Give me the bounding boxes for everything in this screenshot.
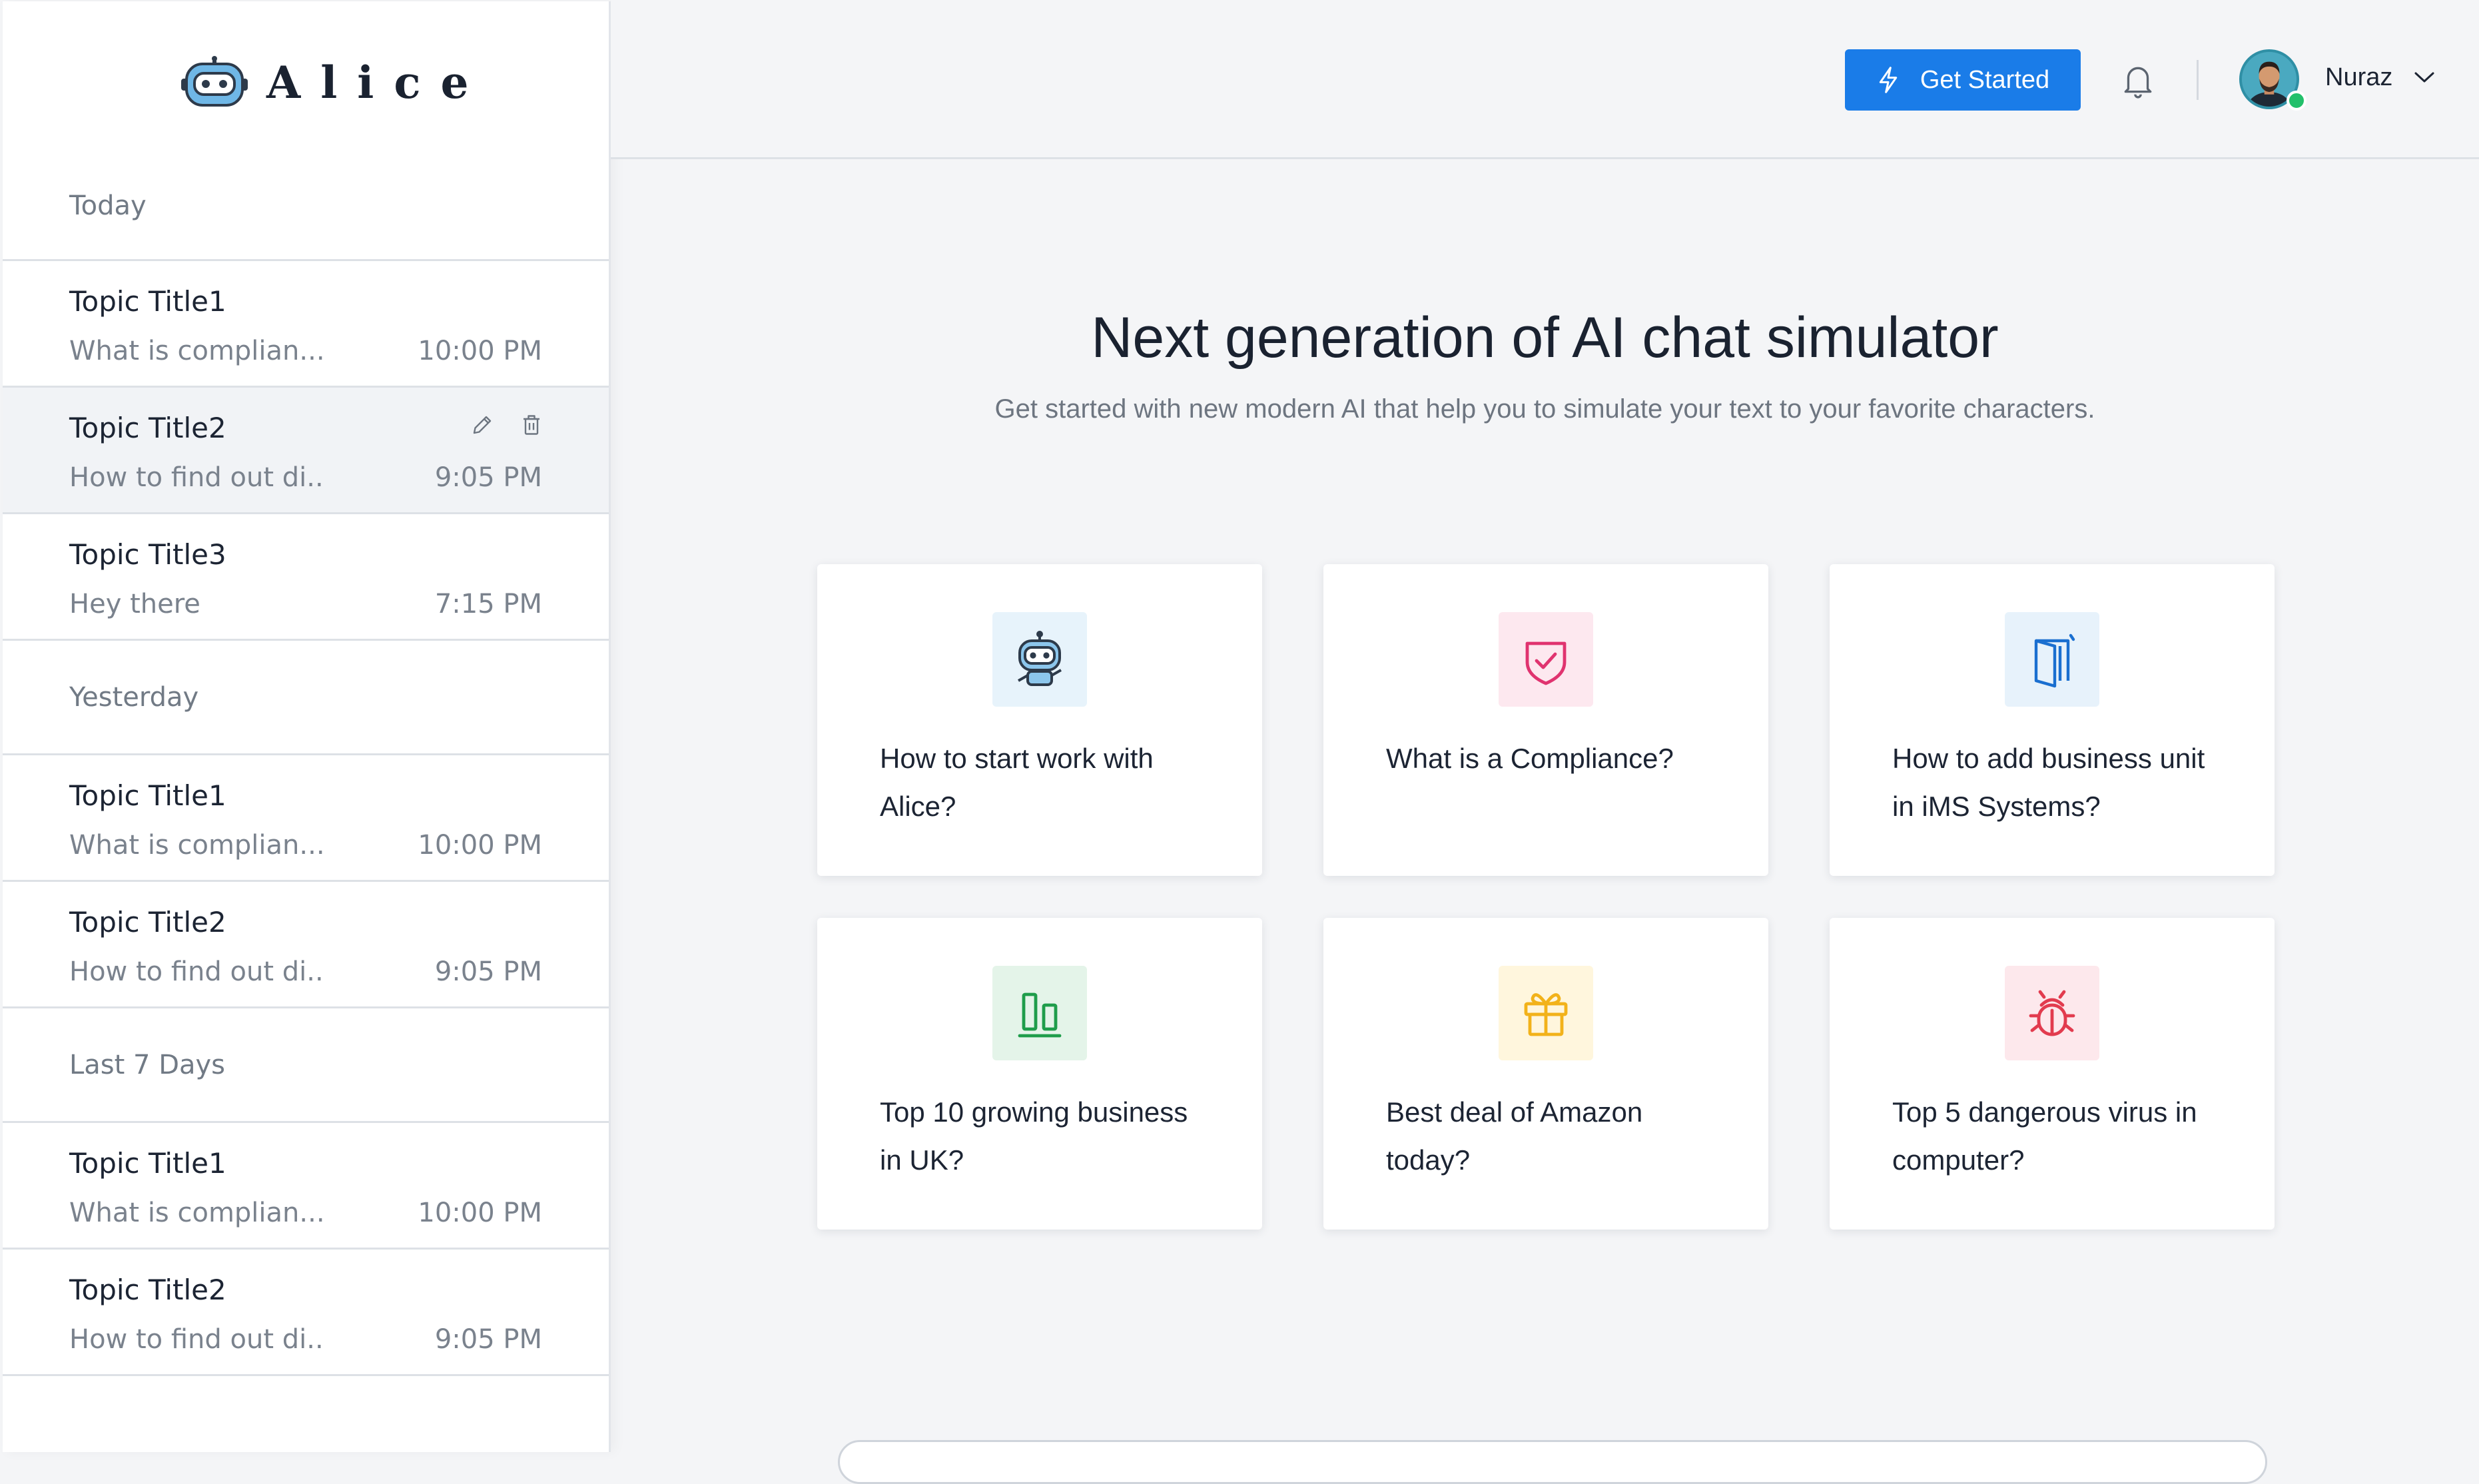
shield-check-icon [1525,641,1567,685]
bar-chart-icon [1018,992,1062,1038]
gift-icon [1524,993,1568,1036]
chat-title: Topic Title2 [69,1274,226,1306]
chat-item[interactable]: Topic Title2 How to find out di.. 9:05 P… [3,882,609,1008]
sidebar: Alice Today Topic Title1 What is complia… [3,1,611,1452]
header-divider [2197,60,2199,100]
chat-time: 10:00 PM [418,830,542,861]
chat-item-active[interactable]: Topic Title2 How to find out di.. 9:05 P… [3,388,609,514]
bug-icon [2029,990,2075,1036]
card-icon-box [992,612,1087,707]
chat-time: 9:05 PM [434,1324,542,1355]
message-input[interactable] [838,1440,2267,1484]
chat-preview: How to find out di.. [69,1324,324,1355]
chat-title: Topic Title1 [69,1147,226,1180]
card-icon-box [1499,612,1593,707]
card-text: How to start work with Alice? [880,743,1154,822]
suggestion-card[interactable]: What is a Compliance? [1323,564,1768,876]
online-status-indicator [2287,91,2306,111]
door-icon [2034,633,2075,688]
robot-logo-icon [181,56,248,107]
group-last-7-days-label: Last 7 Days [3,1008,609,1123]
chat-preview: How to find out di.. [69,956,324,987]
get-started-label: Get Started [1920,65,2050,94]
chat-title: Topic Title2 [69,906,226,938]
suggestion-card[interactable]: Top 5 dangerous virus in computer? [1830,918,2275,1230]
suggestion-card[interactable]: How to add business unit in iMS Systems? [1830,564,2275,876]
hero-subtitle: Get started with new modern AI that help… [994,394,2095,424]
chat-title: Topic Title1 [69,779,226,812]
card-icon-box [2005,612,2099,707]
chat-title: Topic Title3 [69,538,226,571]
chat-time: 7:15 PM [434,589,542,619]
get-started-button[interactable]: Get Started [1845,49,2081,111]
group-yesterday-label: Yesterday [3,641,609,755]
chat-item[interactable]: Topic Title3 Hey there 7:15 PM [3,514,609,641]
bell-icon[interactable] [2121,63,2155,99]
chat-preview: Hey there [69,589,200,619]
suggestion-card[interactable]: How to start work with Alice? [817,564,1262,876]
chat-time: 9:05 PM [434,462,542,493]
username[interactable]: Nuraz [2325,63,2392,92]
top-header: Get Started Nuraz [611,0,2479,159]
chevron-down-icon[interactable] [2413,69,2436,85]
card-text: How to add business unit in iMS Systems? [1892,743,2205,822]
chat-preview: What is complian... [69,1198,325,1228]
trash-icon[interactable] [520,413,543,437]
card-icon-box [2005,966,2099,1060]
hero-title: Next generation of AI chat simulator [1091,306,1999,370]
card-text: Top 10 growing business in UK? [880,1096,1188,1176]
app-logo[interactable]: Alice [181,56,489,109]
chat-item[interactable]: Topic Title1 What is complian... 10:00 P… [3,261,609,388]
chat-title: Topic Title1 [69,285,226,318]
suggestion-card[interactable]: Top 10 growing business in UK? [817,918,1262,1230]
group-today-label: Today [3,152,609,261]
chat-item[interactable]: Topic Title1 What is complian... 10:00 P… [3,1123,609,1250]
chat-actions [470,413,543,437]
card-text: Top 5 dangerous virus in computer? [1892,1096,2197,1176]
card-text: What is a Compliance? [1386,743,1674,774]
card-text: Best deal of Amazon today? [1386,1096,1643,1176]
edit-pencil-icon[interactable] [470,413,494,437]
chat-title: Topic Title2 [69,412,226,444]
chat-preview: How to find out di.. [69,462,324,493]
suggestion-card[interactable]: Best deal of Amazon today? [1323,918,1768,1230]
app-name: Alice [266,57,489,109]
chat-preview: What is complian... [69,830,325,861]
chat-time: 10:00 PM [418,1198,542,1228]
chat-item[interactable]: Topic Title2 How to find out di.. 9:05 P… [3,1250,609,1376]
chat-item[interactable]: Topic Title1 What is complian... 10:00 P… [3,755,609,882]
card-icon-box [1499,966,1593,1060]
chat-preview: What is complian... [69,336,325,366]
chat-time: 10:00 PM [418,336,542,366]
chat-time: 9:05 PM [434,956,542,987]
bolt-icon [1879,67,1897,93]
robot-icon [1018,631,1062,686]
card-icon-box [992,966,1087,1060]
